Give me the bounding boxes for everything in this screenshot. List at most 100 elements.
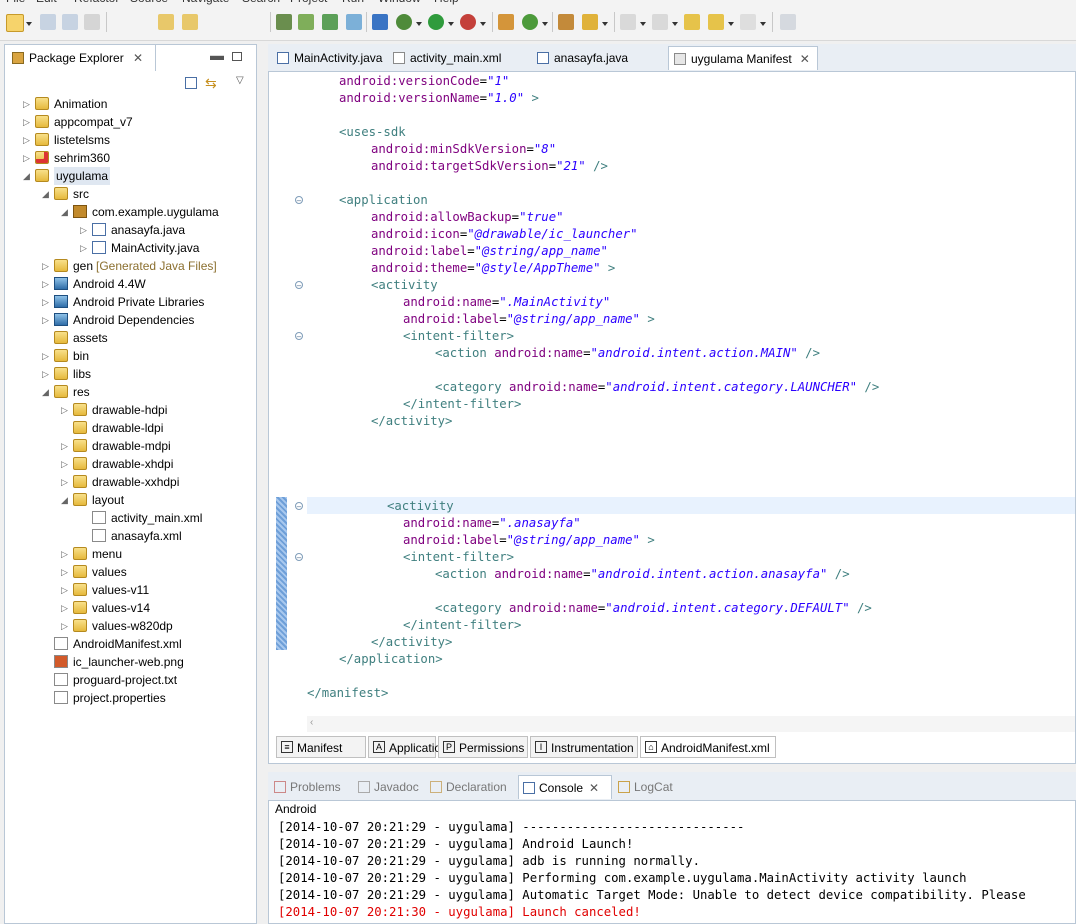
collapse-all-icon[interactable] (185, 77, 197, 89)
tree-item[interactable]: ▷ Android Private Libraries (5, 293, 250, 311)
collapsed-arrow-icon[interactable]: ▷ (61, 401, 71, 419)
menu-file[interactable]: File (6, 0, 25, 5)
tree-item[interactable]: ▷ Android Dependencies (5, 311, 250, 329)
tree-item[interactable]: ▷ libs (5, 365, 250, 383)
tree-item[interactable]: AndroidManifest.xml (5, 635, 250, 653)
tree-item[interactable]: ▷ MainActivity.java (5, 239, 250, 257)
open-resource-icon[interactable] (182, 14, 198, 30)
tree-item[interactable]: activity_main.xml (5, 509, 250, 527)
save-icon[interactable] (40, 14, 56, 30)
tree-item[interactable]: ▷ drawable-xxhdpi (5, 473, 250, 491)
console-tab[interactable]: Declaration (426, 775, 516, 799)
minimize-icon[interactable]: ▬ (210, 47, 224, 63)
collapsed-arrow-icon[interactable]: ▷ (42, 293, 52, 311)
menu-source[interactable]: Source (130, 0, 168, 5)
close-icon[interactable]: ✕ (133, 51, 143, 65)
menu-project[interactable]: Project (290, 0, 327, 5)
search-dropdown-icon[interactable] (602, 22, 608, 26)
editor-tab[interactable]: activity_main.xml (388, 46, 528, 70)
console-tab[interactable]: LogCat (614, 775, 684, 799)
tree-item[interactable]: ▷ menu (5, 545, 250, 563)
tree-item[interactable]: ◢ layout (5, 491, 250, 509)
run-dropdown-icon[interactable] (448, 22, 454, 26)
run-icon[interactable] (428, 14, 444, 30)
expanded-arrow-icon[interactable]: ◢ (61, 203, 71, 221)
console-tab[interactable]: Problems (270, 775, 352, 799)
next-annotation-dropdown-icon[interactable] (640, 22, 646, 26)
last-edit-location-icon[interactable] (684, 14, 700, 30)
tree-item[interactable]: ▷ Android 4.4W (5, 275, 250, 293)
fold-toggle-icon[interactable]: – (295, 553, 303, 562)
link-with-editor-icon[interactable]: ⇆ (205, 75, 217, 92)
sdk-manager-icon[interactable] (276, 14, 292, 30)
maximize-icon[interactable] (232, 52, 242, 61)
external-tools-icon[interactable] (460, 14, 476, 30)
tree-item[interactable]: ▷ bin (5, 347, 250, 365)
tree-item[interactable]: proguard-project.txt (5, 671, 250, 689)
menu-window[interactable]: Window (378, 0, 421, 5)
open-type-icon[interactable] (158, 14, 174, 30)
tree-item[interactable]: assets (5, 329, 250, 347)
tree-item[interactable]: ▷ gen [Generated Java Files] (5, 257, 250, 275)
collapsed-arrow-icon[interactable]: ▷ (61, 473, 71, 491)
fold-toggle-icon[interactable]: – (295, 502, 303, 511)
next-annotation-icon[interactable] (620, 14, 636, 30)
fold-toggle-icon[interactable]: – (295, 196, 303, 205)
code-view[interactable]: android:versionCode="1" android:versionNa… (307, 72, 1075, 716)
forward-dropdown-icon[interactable] (760, 22, 766, 26)
collapsed-arrow-icon[interactable]: ▷ (61, 563, 71, 581)
editor-tab[interactable]: MainActivity.java (272, 46, 384, 70)
new-icon[interactable] (6, 14, 24, 32)
new-dropdown-icon[interactable] (26, 22, 32, 26)
collapsed-arrow-icon[interactable]: ▷ (80, 221, 90, 239)
menu-edit[interactable]: Edit (36, 0, 57, 5)
menu-navigate[interactable]: Navigate (182, 0, 229, 5)
print-icon[interactable] (84, 14, 100, 30)
collapsed-arrow-icon[interactable]: ▷ (61, 437, 71, 455)
open-perspective-icon[interactable] (780, 14, 796, 30)
previous-annotation-dropdown-icon[interactable] (672, 22, 678, 26)
menu-run[interactable]: Run (342, 0, 364, 5)
horizontal-scrollbar[interactable]: ‹ (307, 716, 1075, 732)
collapsed-arrow-icon[interactable]: ▷ (61, 617, 71, 635)
expanded-arrow-icon[interactable]: ◢ (42, 185, 52, 203)
save-all-icon[interactable] (62, 14, 78, 30)
tree-item[interactable]: anasayfa.xml (5, 527, 250, 545)
expanded-arrow-icon[interactable]: ◢ (42, 383, 52, 401)
close-tab-icon[interactable]: ✕ (589, 781, 599, 795)
open-task-icon[interactable] (558, 14, 574, 30)
fold-toggle-icon[interactable]: – (295, 281, 303, 290)
console-tab[interactable]: Javadoc (354, 775, 424, 799)
manifest-tab[interactable]: I Instrumentation (530, 736, 638, 758)
tree-item[interactable]: ic_launcher-web.png (5, 653, 250, 671)
tree-item[interactable]: ▷ values-w820dp (5, 617, 250, 635)
console-tab[interactable]: Console ✕ (518, 775, 612, 799)
new-android-project-icon[interactable] (346, 14, 362, 30)
debug-dropdown-icon[interactable] (416, 22, 422, 26)
tree-item[interactable]: ▷ values (5, 563, 250, 581)
avd-manager-icon[interactable] (298, 14, 314, 30)
expanded-arrow-icon[interactable]: ◢ (23, 167, 33, 185)
menu-refactor[interactable]: Refactor (74, 0, 119, 5)
tree-item[interactable]: ▷ anasayfa.java (5, 221, 250, 239)
view-menu-icon[interactable]: ▽ (236, 75, 244, 86)
collapsed-arrow-icon[interactable]: ▷ (42, 311, 52, 329)
lint-icon[interactable] (322, 14, 338, 30)
external-tools-dropdown-icon[interactable] (480, 22, 486, 26)
collapsed-arrow-icon[interactable]: ▷ (61, 581, 71, 599)
collapsed-arrow-icon[interactable]: ▷ (61, 545, 71, 563)
tree-item[interactable]: ▷ values-v14 (5, 599, 250, 617)
tree-item[interactable]: ◢ res (5, 383, 250, 401)
tree-item[interactable]: drawable-ldpi (5, 419, 250, 437)
new-java-package-icon[interactable] (498, 14, 514, 30)
fold-toggle-icon[interactable]: – (295, 332, 303, 341)
new-java-class-icon[interactable] (522, 14, 538, 30)
search-icon[interactable] (582, 14, 598, 30)
manifest-tab[interactable]: ≡ Manifest (276, 736, 366, 758)
toggle-breakpoint-icon[interactable] (372, 14, 388, 30)
tree-item[interactable]: ▷ values-v11 (5, 581, 250, 599)
manifest-tab[interactable]: A Application (368, 736, 448, 758)
tree-item[interactable]: ▷ sehrim360 (5, 149, 250, 167)
collapsed-arrow-icon[interactable]: ▷ (61, 599, 71, 617)
collapsed-arrow-icon[interactable]: ▷ (23, 149, 33, 167)
